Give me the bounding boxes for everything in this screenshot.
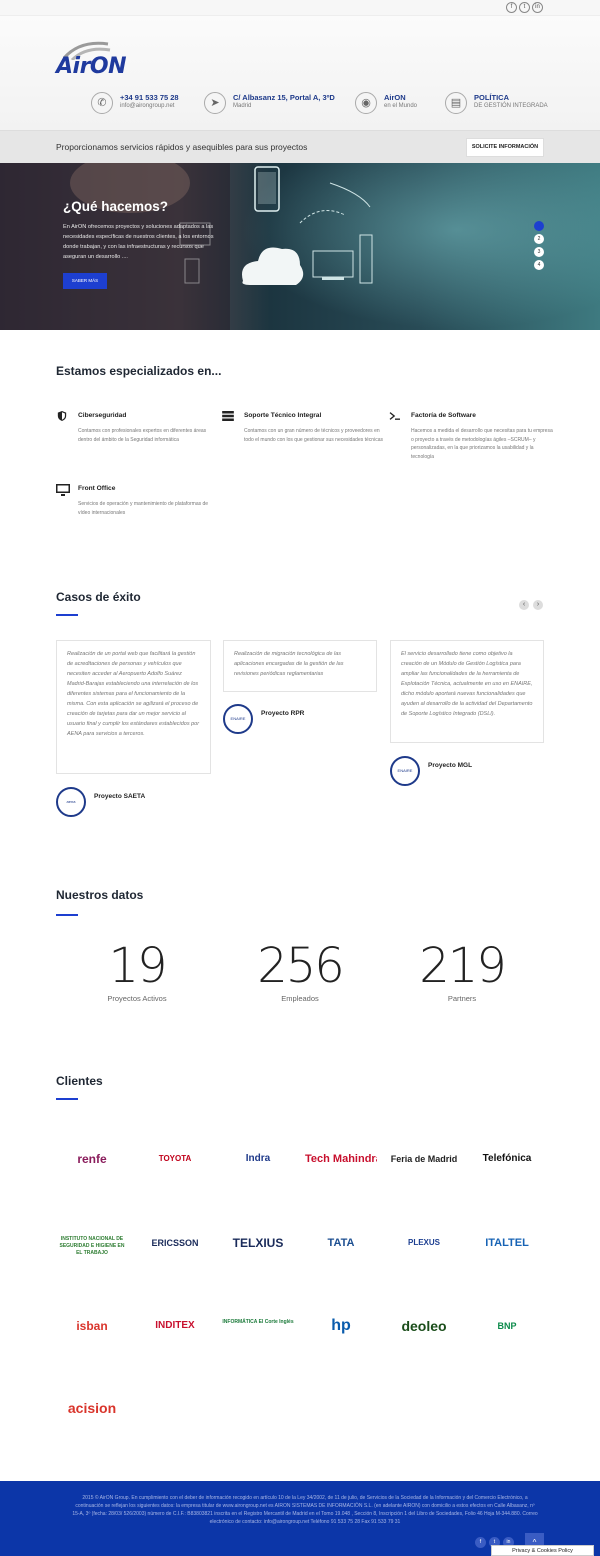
server-icon [222,411,234,421]
globe-icon: ◉ [355,92,377,114]
phone-number: +34 91 533 75 28 [120,93,179,102]
case-text: Realización de un portal web que facilit… [56,640,211,774]
stats-title: Nuestros datos [56,888,144,902]
terminal-icon [389,412,400,420]
logo-text: AirON [56,54,127,79]
email-address: info@airongroup.net [120,103,175,109]
stat-label: Proyectos Activos [107,994,167,1003]
client-logo-feria-de-madrid[interactable]: Feria de Madrid [388,1140,460,1178]
hero-description: En AirON ofrecemos proyectos y solucione… [63,224,214,260]
client-logo-inditex[interactable]: INDITEX [139,1307,211,1345]
slider-dot-1[interactable]: 1 [534,221,544,231]
client-logo-bnp[interactable]: BNP [471,1307,543,1345]
tagline-band: Proporcionamos servicios rápidos y asequ… [0,130,600,163]
stat-label: Partners [447,994,477,1003]
client-logo-instituto-nacional-de-seguridad-e-higiene-en-el-trabajo[interactable]: INSTITUTO NACIONAL DE SEGURIDAD E HIGIEN… [56,1224,128,1262]
spec-description: Hacemos a medida el desarrollo que neces… [411,428,553,460]
airon-logo[interactable]: AirON [56,38,160,82]
spec-description: Contamos con profesionales expertos en d… [78,428,207,443]
slider-dot-4[interactable]: 4 [534,260,544,270]
stat-projects: 19 Proyectos Activos [77,940,197,1003]
client-logo-acision[interactable]: acision [56,1389,128,1427]
tagline-text: Proporcionamos servicios rápidos y asequ… [56,142,308,152]
policy-title: POLÍTICA [474,93,509,102]
cases-title: Casos de éxito [56,590,141,604]
cases-arrows: ‹ › [515,593,543,611]
clients-title: Clientes [56,1074,103,1088]
slider-dot-3[interactable]: 3 [534,247,544,257]
cases-underline [56,614,78,616]
facebook-icon[interactable]: f [475,1537,486,1548]
linkedin-icon[interactable]: in [532,2,543,13]
stat-value: 19 [108,938,167,994]
stats-underline [56,914,78,916]
stat-value: 219 [419,938,507,994]
location-icon: ➤ [204,92,226,114]
specialized-title: Estamos especializados en... [56,364,222,378]
document-icon: ▤ [445,92,467,114]
aena-logo: aena [56,787,86,817]
client-logo-isban[interactable]: isban [56,1307,128,1345]
client-logo-plexus[interactable]: PLEXUS [388,1224,460,1262]
case-name: Proyecto MGL [428,762,473,769]
site-header: AirON ✆ +34 91 533 75 28 info@airongroup… [0,16,600,130]
learn-more-button[interactable]: SABER MÁS [63,273,107,289]
stat-label: Empleados [281,994,319,1003]
client-logo-telef-nica[interactable]: Telefónica [471,1140,543,1178]
stat-partners: 219 Partners [402,940,522,1003]
facebook-icon[interactable]: f [506,2,517,13]
spec-title: Ciberseguridad [78,412,127,419]
spec-title: Front Office [78,485,116,492]
case-text: El servicio desarrollado tiene como obje… [390,640,544,743]
spec-title: Soporte Técnico Integral [244,412,322,419]
spec-description: Servicios de operación y mantenimiento d… [78,501,209,516]
next-arrow-icon[interactable]: › [533,600,543,610]
client-logo-italtel[interactable]: ITALTEL [471,1224,543,1262]
hero-slider: ¿Qué hacemos? En AirON ofrecemos proyect… [0,163,600,330]
cookie-policy-link[interactable]: Privacy & Cookies Policy [491,1545,594,1556]
policy-subtitle: DE GESTIÓN INTEGRADA [474,103,548,109]
spec-title: Factoría de Software [411,412,476,419]
enaire-logo: ENAIRE [390,756,420,786]
prev-arrow-icon[interactable]: ‹ [519,600,529,610]
world-title: AirON [384,93,406,102]
world-subtitle: en el Mundo [384,103,418,109]
legal-text: 2015 © AirON Group. En cumplimiento con … [72,1495,538,1525]
client-logo-deoleo[interactable]: deoleo [388,1307,460,1345]
slider-dot-2[interactable]: 2 [534,234,544,244]
twitter-icon[interactable]: t [519,2,530,13]
client-logo-tata[interactable]: TATA [305,1224,377,1262]
client-logo-renfe[interactable]: renfe [56,1140,128,1178]
top-bar: f t in [0,0,600,16]
case-name: Proyecto RPR [261,710,305,717]
stat-employees: 256 Empleados [240,940,360,1003]
case-name: Proyecto SAETA [94,793,146,800]
spec-description: Contamos con un gran número de técnicos … [244,428,383,443]
clients-underline [56,1098,78,1100]
client-logo-hp[interactable]: hp [305,1307,377,1345]
client-logo-inform-tica-el-corte-ingl-s[interactable]: INFORMÁTICA El Corte Inglés [222,1307,294,1345]
address-city: Madrid [233,103,252,109]
client-logo-indra[interactable]: Indra [222,1140,294,1178]
monitor-icon [56,484,70,496]
enaire-logo: ENAIRE [223,704,253,734]
phone-icon: ✆ [91,92,113,114]
shield-icon [57,411,67,421]
hero-title: ¿Qué hacemos? [63,199,169,214]
stat-value: 256 [257,938,345,994]
address-street: C/ Albasanz 15, Portal A, 3ºD [233,93,335,102]
client-logo-ericsson[interactable]: ERICSSON [139,1224,211,1262]
client-logo-telxius[interactable]: TELXIUS [222,1224,294,1262]
request-info-button[interactable]: SOLICITE INFORMACIÓN [466,138,544,157]
client-logo-toyota[interactable]: TOYOTA [139,1140,211,1178]
case-text: Realización de migración tecnológica de … [223,640,377,692]
client-logo-tech-mahindra[interactable]: Tech Mahindra [305,1140,377,1178]
